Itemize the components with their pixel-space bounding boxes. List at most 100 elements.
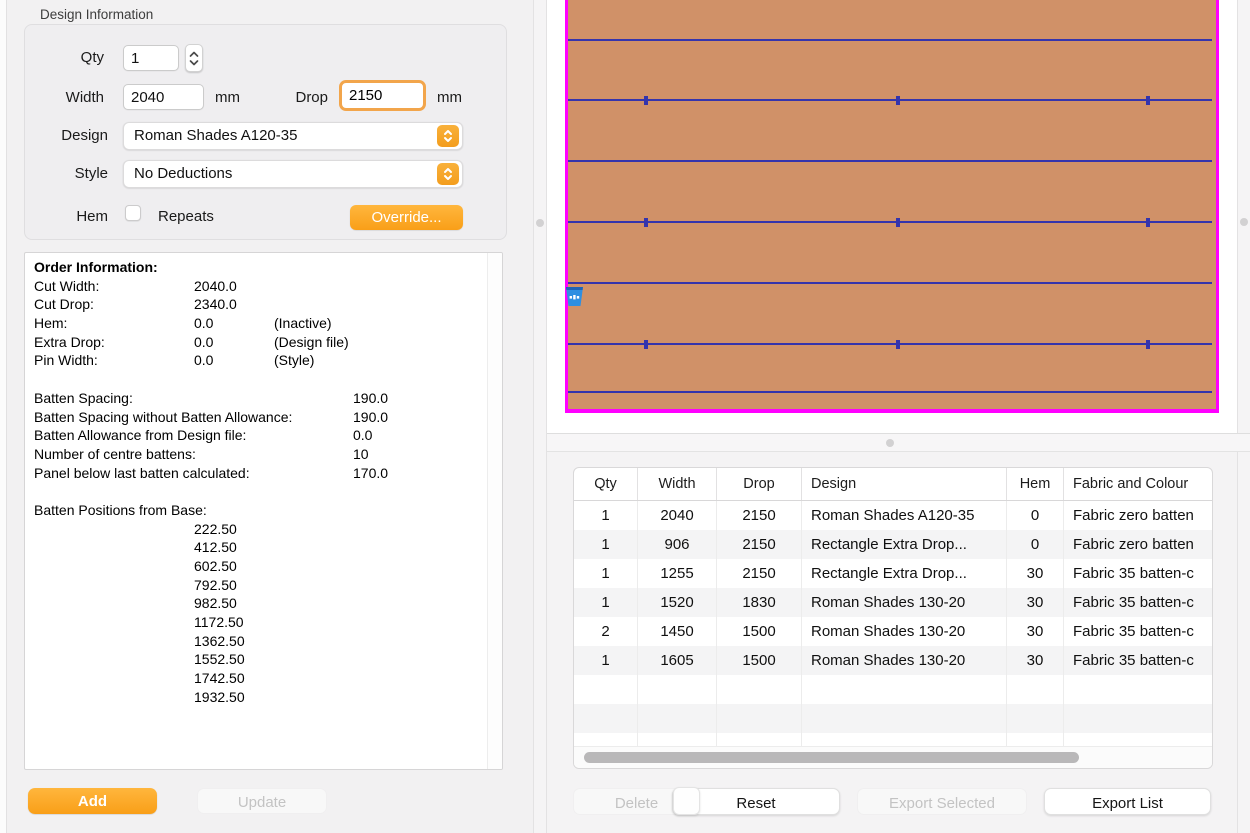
update-button[interactable]: Update xyxy=(197,788,327,814)
order-info-line: Hem:0.0(Inactive) xyxy=(34,315,484,334)
cell-design: Rectangle Extra Drop... xyxy=(802,530,1007,559)
cell-fabric: Fabric 35 batten-c xyxy=(1064,617,1212,646)
drop-input[interactable] xyxy=(343,84,422,106)
cell-width: 1605 xyxy=(638,646,717,675)
order-info-line: 1742.50 xyxy=(34,670,484,689)
width-label: Width xyxy=(25,89,104,106)
order-list-area: Qty Width Drop Design Hem Fabric and Col… xyxy=(547,452,1237,833)
style-dropdown-value: No Deductions xyxy=(134,165,232,182)
column-header-qty[interactable]: Qty xyxy=(574,468,638,500)
left-splitter[interactable] xyxy=(533,0,547,833)
cell-hem xyxy=(1007,675,1064,704)
horizontal-splitter[interactable] xyxy=(547,433,1250,452)
seam-tick xyxy=(1146,340,1150,349)
cell-drop: 2150 xyxy=(717,501,802,530)
design-dropdown[interactable]: Roman Shades A120-35 xyxy=(123,122,463,150)
width-input[interactable] xyxy=(123,84,204,110)
table-row[interactable]: 112552150Rectangle Extra Drop...30Fabric… xyxy=(574,559,1212,588)
style-label: Style xyxy=(25,165,108,182)
order-info-line: Order Information: xyxy=(34,259,484,278)
shade-canvas[interactable] xyxy=(547,0,1237,433)
drop-input-focus-ring xyxy=(339,80,426,111)
cell-design xyxy=(802,675,1007,704)
cell-width: 906 xyxy=(638,530,717,559)
right-splitter-handle-icon[interactable] xyxy=(1240,218,1248,226)
stepper-up-icon xyxy=(189,51,199,58)
style-dropdown-chevrons-icon xyxy=(437,163,459,185)
override-button[interactable]: Override... xyxy=(350,205,463,230)
left-splitter-handle-icon[interactable] xyxy=(536,219,544,227)
row-color-well[interactable] xyxy=(673,787,700,815)
order-info-line: Panel below last batten calculated:170.0 xyxy=(34,465,484,484)
column-header-drop[interactable]: Drop xyxy=(717,468,802,500)
batten-line xyxy=(568,39,1212,41)
batten-line xyxy=(568,99,1212,101)
cell-width: 1520 xyxy=(638,588,717,617)
order-info-line: Batten Spacing:190.0 xyxy=(34,390,484,409)
cell-hem: 30 xyxy=(1007,646,1064,675)
seam-tick xyxy=(644,340,648,349)
cell-qty: 1 xyxy=(574,559,638,588)
export-list-button[interactable]: Export List xyxy=(1044,788,1211,815)
column-header-width[interactable]: Width xyxy=(638,468,717,500)
qty-label: Qty xyxy=(25,49,104,66)
order-info-line: 1552.50 xyxy=(34,651,484,670)
table-row[interactable]: 116051500Roman Shades 130-2030Fabric 35 … xyxy=(574,646,1212,675)
order-info-line: 982.50 xyxy=(34,595,484,614)
table-row[interactable]: 120402150Roman Shades A120-350Fabric zer… xyxy=(574,501,1212,530)
seam-tick xyxy=(644,96,648,105)
cell-width xyxy=(638,675,717,704)
order-info-line: Pin Width:0.0(Style) xyxy=(34,352,484,371)
cell-fabric: Fabric zero batten xyxy=(1064,501,1212,530)
fabric-tag-icon[interactable] xyxy=(565,285,584,307)
seam-tick xyxy=(896,218,900,227)
cell-design: Roman Shades 130-20 xyxy=(802,617,1007,646)
table-row[interactable]: 19062150Rectangle Extra Drop...0Fabric z… xyxy=(574,530,1212,559)
right-splitter[interactable] xyxy=(1237,0,1250,833)
hem-checkbox[interactable] xyxy=(125,205,141,221)
table-horizontal-scrollbar-thumb[interactable] xyxy=(584,752,1079,763)
cell-hem: 0 xyxy=(1007,530,1064,559)
design-information-label: Design Information xyxy=(40,7,153,22)
table-horizontal-scrollbar-track[interactable] xyxy=(574,746,1212,768)
batten-line xyxy=(568,160,1212,162)
cell-fabric: Fabric 35 batten-c xyxy=(1064,559,1212,588)
batten-line xyxy=(568,221,1212,223)
order-table-body: 120402150Roman Shades A120-350Fabric zer… xyxy=(574,501,1212,762)
cell-fabric: Fabric 35 batten-c xyxy=(1064,646,1212,675)
seam-tick xyxy=(896,340,900,349)
horizontal-splitter-handle-icon[interactable] xyxy=(886,439,894,447)
style-dropdown[interactable]: No Deductions xyxy=(123,160,463,188)
column-header-design[interactable]: Design xyxy=(802,468,1007,500)
order-info-scrollbar-track[interactable] xyxy=(487,253,502,769)
order-info-line: 602.50 xyxy=(34,558,484,577)
design-information-group: Qty Width mm Drop mm Design Roman Shades… xyxy=(24,24,507,240)
cell-hem: 30 xyxy=(1007,588,1064,617)
qty-stepper[interactable] xyxy=(185,44,203,72)
cell-qty: 1 xyxy=(574,530,638,559)
cell-width xyxy=(638,704,717,733)
table-row[interactable]: 214501500Roman Shades 130-2030Fabric 35 … xyxy=(574,617,1212,646)
order-info-line: 1362.50 xyxy=(34,633,484,652)
order-information-box: Order Information:Cut Width:2040.0Cut Dr… xyxy=(24,252,503,770)
cell-design: Roman Shades 130-20 xyxy=(802,588,1007,617)
table-row-empty xyxy=(574,704,1212,733)
add-button[interactable]: Add xyxy=(28,788,157,814)
cell-hem xyxy=(1007,704,1064,733)
order-info-line: 412.50 xyxy=(34,539,484,558)
order-info-line: Batten Allowance from Design file:0.0 xyxy=(34,427,484,446)
seam-tick xyxy=(1146,96,1150,105)
export-selected-button[interactable]: Export Selected xyxy=(857,788,1027,815)
order-info-line xyxy=(34,371,484,390)
seam-tick xyxy=(1146,218,1150,227)
order-info-line: 1172.50 xyxy=(34,614,484,633)
order-info-line: Cut Drop:2340.0 xyxy=(34,296,484,315)
cell-qty xyxy=(574,675,638,704)
column-header-fabric[interactable]: Fabric and Colour xyxy=(1064,468,1212,500)
cell-width: 1255 xyxy=(638,559,717,588)
qty-input[interactable] xyxy=(123,45,179,71)
column-header-hem[interactable]: Hem xyxy=(1007,468,1064,500)
cell-qty: 1 xyxy=(574,646,638,675)
table-row[interactable]: 115201830Roman Shades 130-2030Fabric 35 … xyxy=(574,588,1212,617)
design-dropdown-chevrons-icon xyxy=(437,125,459,147)
